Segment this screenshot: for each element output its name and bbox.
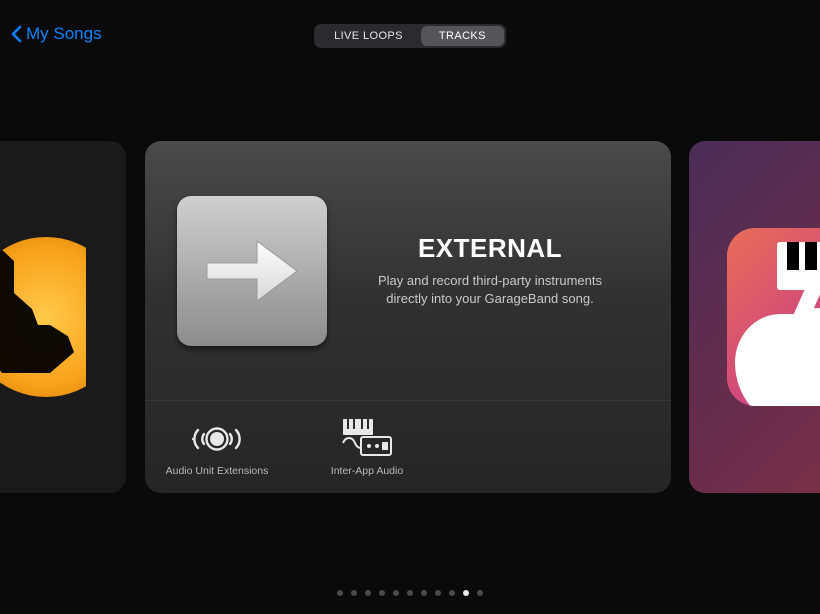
back-button[interactable]: My Songs xyxy=(10,24,102,44)
page-dot[interactable] xyxy=(337,590,343,596)
external-description: Play and record third-party instruments … xyxy=(365,272,615,307)
chevron-left-icon xyxy=(10,25,24,43)
external-text: EXTERNAL Play and record third-party ins… xyxy=(327,233,643,307)
page-dot[interactable] xyxy=(421,590,427,596)
page-dot[interactable] xyxy=(407,590,413,596)
segment-live-loops[interactable]: LIVE LOOPS xyxy=(316,26,421,46)
option-inter-app-audio[interactable]: Inter-App Audio xyxy=(307,417,427,477)
page-dot[interactable] xyxy=(435,590,441,596)
next-card-artwork xyxy=(727,228,820,406)
page-dot[interactable] xyxy=(393,590,399,596)
segment-tracks[interactable]: TRACKS xyxy=(421,26,504,46)
card-external-main: EXTERNAL Play and record third-party ins… xyxy=(145,141,671,400)
option-label: Audio Unit Extensions xyxy=(166,465,269,477)
page-dot[interactable] xyxy=(351,590,357,596)
page-dot[interactable] xyxy=(477,590,483,596)
page-dot[interactable] xyxy=(379,590,385,596)
external-title: EXTERNAL xyxy=(337,233,643,264)
option-label: Inter-App Audio xyxy=(331,465,403,477)
external-sub-options: Audio Unit Extensions xyxy=(145,401,671,493)
card-external[interactable]: EXTERNAL Play and record third-party ins… xyxy=(145,141,671,493)
card-next-peek[interactable] xyxy=(689,141,820,493)
arrow-right-icon xyxy=(202,221,302,321)
page-dot[interactable] xyxy=(365,590,371,596)
inter-app-audio-icon xyxy=(341,417,393,461)
card-drummer-peek[interactable] xyxy=(0,141,126,493)
page-dot[interactable] xyxy=(463,590,469,596)
mode-segmented-control: LIVE LOOPS TRACKS xyxy=(314,24,506,48)
page-dot[interactable] xyxy=(449,590,455,596)
drummer-artwork xyxy=(0,237,126,397)
piano-keys-icon xyxy=(777,242,820,290)
back-label: My Songs xyxy=(26,24,102,44)
option-audio-unit-extensions[interactable]: Audio Unit Extensions xyxy=(157,417,277,477)
audio-unit-icon xyxy=(189,417,245,461)
external-icon-tile xyxy=(177,196,327,346)
top-bar: My Songs LIVE LOOPS TRACKS xyxy=(0,24,820,52)
instrument-carousel[interactable]: EXTERNAL Play and record third-party ins… xyxy=(0,141,820,493)
page-indicator[interactable] xyxy=(337,590,483,596)
